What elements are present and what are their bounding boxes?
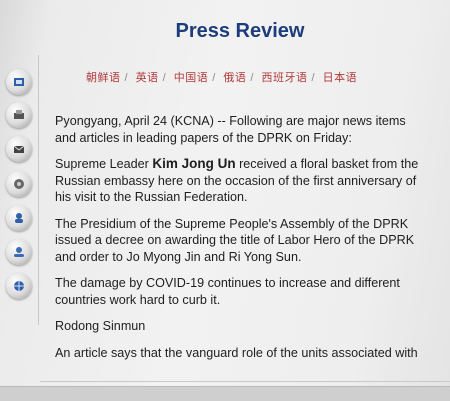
globe-icon[interactable] — [6, 273, 32, 299]
lang-link-korean[interactable]: 朝鲜语 — [86, 72, 121, 84]
article-body: Pyongyang, April 24 (KCNA) -- Following … — [55, 113, 419, 371]
section-heading: Rodong Sinmun — [55, 319, 146, 333]
news-item: The Presidium of the Supreme People's As… — [55, 216, 415, 264]
lang-link-spanish[interactable]: 西班牙语 — [262, 72, 308, 84]
divider — [40, 381, 450, 382]
separator: / — [250, 72, 254, 84]
status-bar — [0, 386, 450, 401]
print-icon[interactable] — [6, 102, 32, 128]
photo-icon[interactable] — [6, 171, 32, 197]
page-title: Press Review — [175, 20, 305, 42]
item-text: Supreme Leader — [55, 157, 153, 171]
separator: / — [212, 72, 216, 84]
sidebar — [0, 55, 39, 325]
person-icon[interactable] — [6, 205, 32, 231]
user-icon[interactable] — [6, 239, 32, 265]
separator: / — [162, 72, 167, 84]
lang-link-russian[interactable]: 俄语 — [223, 72, 246, 84]
separator: / — [311, 72, 316, 84]
news-item: An article says that the vanguard role o… — [55, 345, 418, 360]
separator: / — [124, 72, 129, 84]
dateline-paragraph: Pyongyang, April 24 (KCNA) -- Following … — [55, 114, 406, 145]
home-icon[interactable] — [6, 69, 32, 95]
lang-link-chinese[interactable]: 中国语 — [174, 72, 209, 84]
lang-link-japanese[interactable]: 日本语 — [323, 72, 358, 84]
leader-name: Kim Jong Un — [152, 156, 236, 171]
language-menu: 朝鲜语 / 英语 / 中国语 / 俄语 / 西班牙语 / 日本语 — [86, 69, 386, 85]
mail-icon[interactable] — [6, 136, 32, 162]
news-item: Supreme Leader Kim Jong Un received a fl… — [55, 156, 419, 206]
news-item: The damage by COVID-19 continues to incr… — [55, 276, 400, 307]
lang-link-english[interactable]: 英语 — [136, 72, 159, 84]
